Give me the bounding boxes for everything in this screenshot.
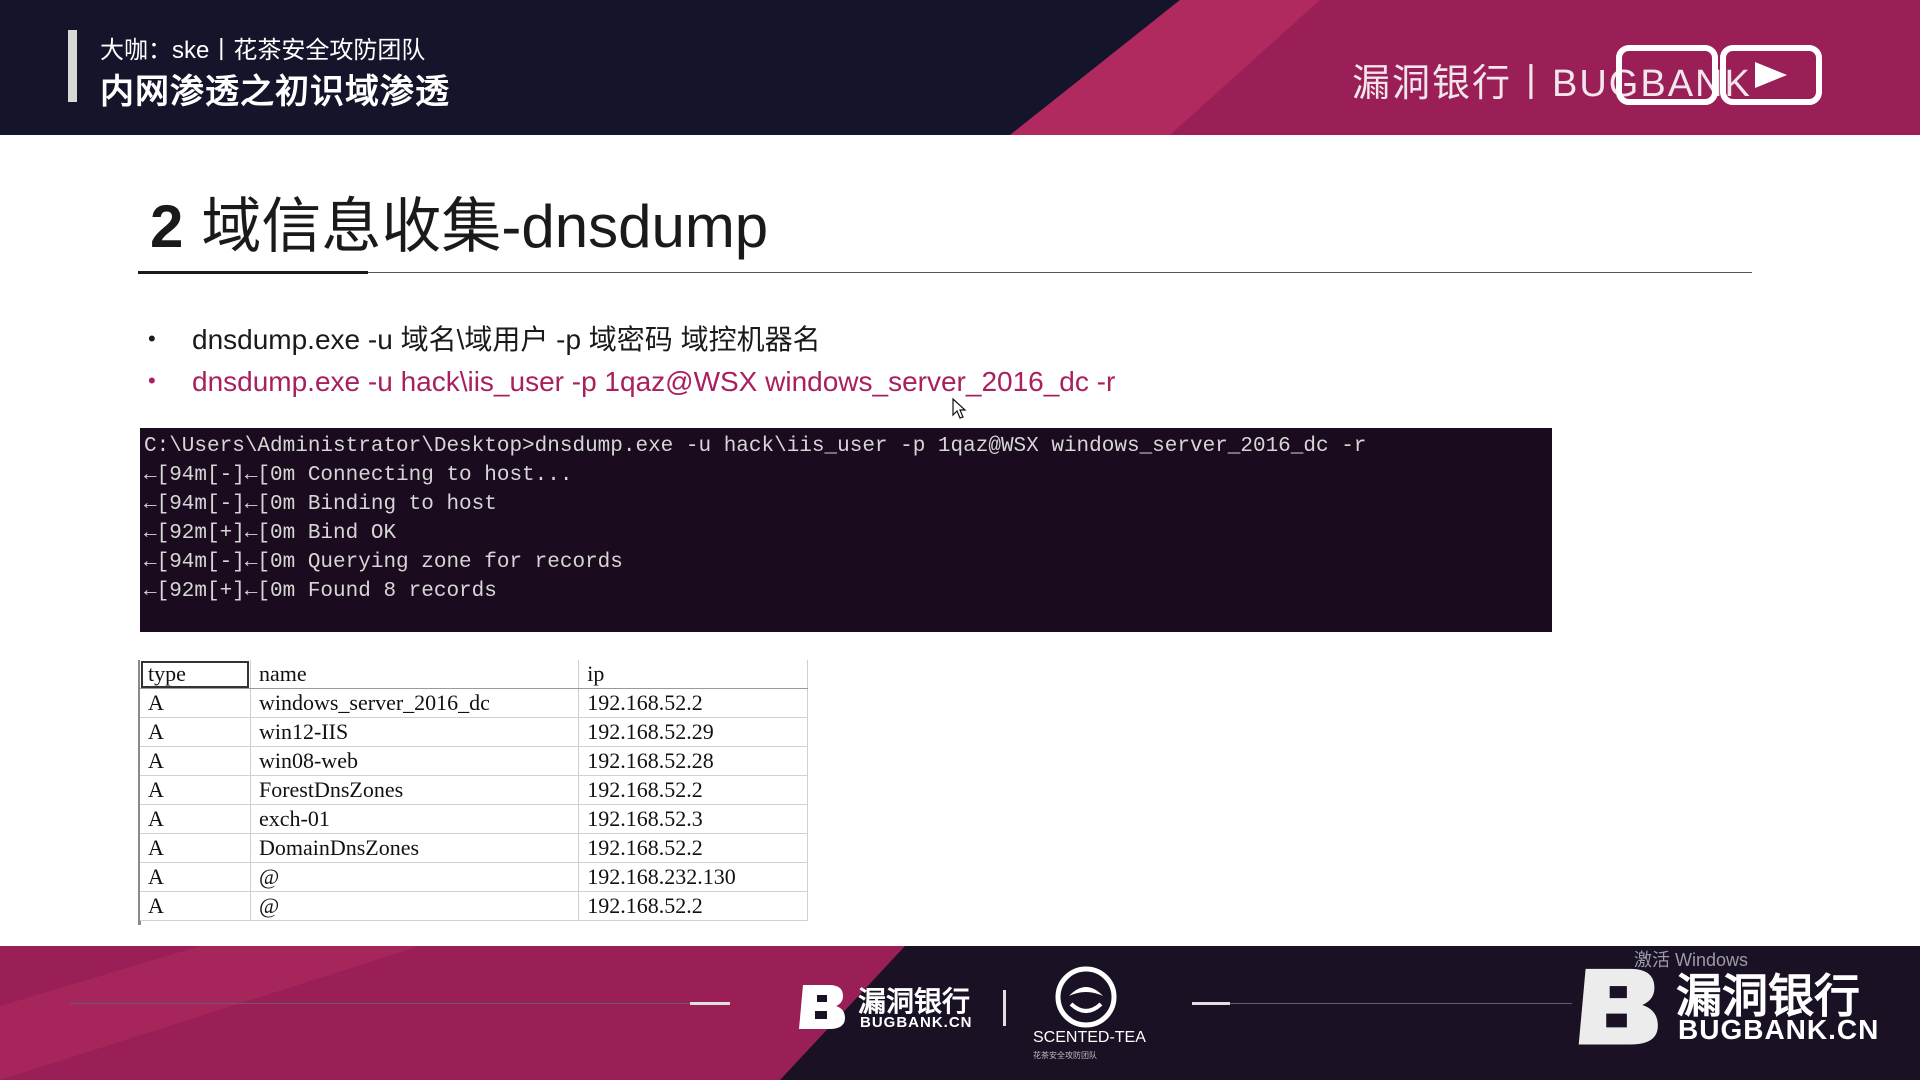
- bugbank-logo-icon: [799, 985, 845, 1029]
- cell-name: @: [250, 862, 580, 892]
- bullet-dot: •: [148, 326, 156, 351]
- title-divider: [138, 272, 1752, 273]
- footer-dash-right: [1192, 1002, 1230, 1005]
- terminal-output: C:\Users\Administrator\Desktop>dnsdump.e…: [140, 428, 1552, 632]
- cell-type: A: [140, 717, 251, 747]
- mouse-pointer-icon: [952, 398, 967, 419]
- table-row[interactable]: A exch-01 192.168.52.3: [140, 804, 808, 834]
- cell-ip: 192.168.52.29: [578, 717, 808, 747]
- title-underline: [138, 271, 368, 274]
- terminal-line: ←[94m[-]←[0m Querying zone for records: [144, 551, 623, 574]
- partner-subtitle: 花茶安全攻防团队: [1033, 1051, 1097, 1060]
- cell-type: A: [140, 862, 251, 892]
- cell-ip: 192.168.52.2: [578, 775, 808, 805]
- slide-title: 2 域信息收集-dnsdump: [150, 178, 768, 265]
- footer-logo-en: BUGBANK.CN: [860, 1014, 973, 1031]
- header-accent-bar: [68, 30, 77, 102]
- cell-ip: 192.168.52.2: [578, 688, 808, 718]
- slide-number: 2: [150, 193, 184, 260]
- slide-title-text: 域信息收集-dnsdump: [201, 193, 769, 260]
- bullet-syntax: • dnsdump.exe -u 域名\域用户 -p 域密码 域控机器名: [148, 318, 821, 358]
- column-header-name[interactable]: name: [250, 660, 580, 689]
- footer-line-right: [1192, 1003, 1572, 1004]
- course-title: 内网渗透之初识域渗透: [100, 73, 450, 111]
- dns-records-table: type name ip A windows_server_2016_dc 19…: [140, 660, 808, 921]
- table-header-row: type name ip: [140, 660, 808, 689]
- footer-separator: [1003, 990, 1006, 1026]
- table-row[interactable]: A win12-IIS 192.168.52.29: [140, 717, 808, 747]
- cell-name: win12-IIS: [250, 717, 580, 747]
- cell-name: windows_server_2016_dc: [250, 688, 580, 718]
- bullet-dot: •: [148, 368, 156, 393]
- header-banner: 大咖：ske丨花茶安全攻防团队 内网渗透之初识域渗透 漏洞银行丨BUGBANK: [0, 0, 1920, 135]
- column-header-type[interactable]: type: [140, 660, 251, 689]
- cell-name: exch-01: [250, 804, 580, 834]
- table-row[interactable]: A ForestDnsZones 192.168.52.2: [140, 775, 808, 805]
- terminal-command-line: C:\Users\Administrator\Desktop>dnsdump.e…: [144, 435, 1367, 458]
- cell-name: DomainDnsZones: [250, 833, 580, 863]
- table-row[interactable]: A @ 192.168.52.2: [140, 891, 808, 921]
- partner-name: SCENTED-TEA: [1033, 1029, 1146, 1046]
- cell-type: A: [140, 775, 251, 805]
- cell-type: A: [140, 804, 251, 834]
- bullet-example: • dnsdump.exe -u hack\iis_user -p 1qaz@WS…: [148, 366, 1115, 398]
- bullet-example-text: dnsdump.exe -u hack\iis_user -p 1qaz@WSX…: [192, 366, 1116, 397]
- table-row[interactable]: A win08-web 192.168.52.28: [140, 746, 808, 776]
- cell-type: A: [140, 833, 251, 863]
- cell-ip: 192.168.232.130: [578, 862, 808, 892]
- cell-name: win08-web: [250, 746, 580, 776]
- cell-ip: 192.168.52.2: [578, 833, 808, 863]
- table-row[interactable]: A windows_server_2016_dc 192.168.52.2: [140, 688, 808, 718]
- table-row[interactable]: A @ 192.168.232.130: [140, 862, 808, 892]
- cell-ip: 192.168.52.2: [578, 891, 808, 921]
- footer-banner: 漏洞银行 BUGBANK.CN SCENTED-TEA 花茶安全攻防团队 激活 …: [0, 946, 1920, 1080]
- cell-ip: 192.168.52.3: [578, 804, 808, 834]
- terminal-line: ←[94m[-]←[0m Binding to host: [144, 493, 497, 516]
- table-row[interactable]: A DomainDnsZones 192.168.52.2: [140, 833, 808, 863]
- bilibili-logo-icon: [1616, 45, 1822, 105]
- cell-type: A: [140, 891, 251, 921]
- cell-ip: 192.168.52.28: [578, 746, 808, 776]
- scented-tea-logo-icon: [1055, 966, 1117, 1028]
- cell-name: @: [250, 891, 580, 921]
- speaker-label: 大咖：ske丨花茶安全攻防团队: [100, 37, 426, 64]
- cell-type: A: [140, 746, 251, 776]
- footer-dash-left: [690, 1002, 730, 1005]
- terminal-line: ←[94m[-]←[0m Connecting to host...: [144, 464, 573, 487]
- terminal-line: ←[92m[+]←[0m Found 8 records: [144, 580, 497, 603]
- bullet-syntax-text: dnsdump.exe -u 域名\域用户 -p 域密码 域控机器名: [192, 324, 821, 355]
- footer-large-logo-en: BUGBANK.CN: [1678, 1014, 1880, 1045]
- footer-line-left: [70, 1003, 730, 1004]
- terminal-line: ←[92m[+]←[0m Bind OK: [144, 522, 397, 545]
- cell-name: ForestDnsZones: [250, 775, 580, 805]
- column-header-ip[interactable]: ip: [578, 660, 808, 689]
- cell-type: A: [140, 688, 251, 718]
- bugbank-large-logo-icon: [1578, 968, 1658, 1045]
